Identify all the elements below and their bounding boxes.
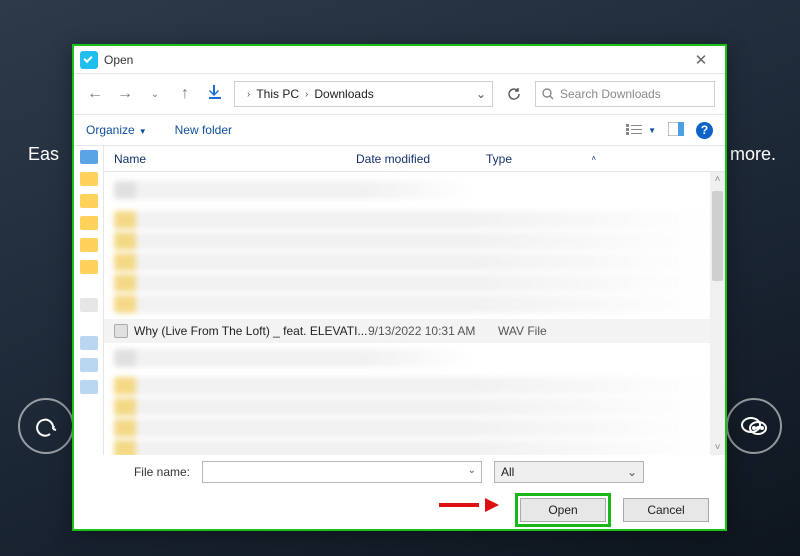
filename-input[interactable] [202, 461, 482, 483]
content: Name Date modified Type˄ Why (Live From … [74, 146, 725, 455]
list-item[interactable] [114, 253, 715, 271]
open-button-highlight: Open [515, 493, 611, 527]
file-name: Why (Live From The Loft) _ feat. ELEVATI… [134, 324, 368, 338]
chevron-right-icon: › [241, 89, 256, 100]
bg-text-right: more. [730, 144, 776, 165]
help-icon[interactable]: ? [696, 122, 713, 139]
nav-back-icon[interactable]: ← [84, 85, 106, 103]
file-date: 9/13/2022 10:31 AM [368, 324, 498, 338]
breadcrumb[interactable]: › This PC › Downloads ⌄ [234, 81, 493, 107]
titlebar: Open ✕ [74, 46, 725, 74]
folder-tree[interactable] [74, 146, 104, 455]
close-icon[interactable]: ✕ [683, 51, 719, 69]
tree-folder-icon[interactable] [80, 216, 98, 230]
cancel-button[interactable]: Cancel [623, 498, 709, 522]
chevron-down-icon[interactable]: ⌄ [468, 465, 476, 476]
search-icon [542, 88, 554, 100]
nav-forward-icon[interactable]: → [114, 85, 136, 103]
list-item[interactable] [114, 295, 715, 313]
filename-label: File name: [90, 465, 190, 479]
nav-row: ← → ⌄ ↑ › This PC › Downloads ⌄ Search D… [74, 74, 725, 114]
scroll-up-icon[interactable]: ˄ [715, 172, 721, 187]
preview-pane-icon[interactable] [668, 122, 684, 139]
list-item[interactable] [114, 181, 475, 199]
list-item-selected[interactable]: Why (Live From The Loft) _ feat. ELEVATI… [104, 319, 725, 343]
tree-folder-icon[interactable] [80, 238, 98, 252]
list-item[interactable] [114, 398, 715, 416]
toolbar: Organize▼ New folder ▼ ? [74, 114, 725, 146]
view-mode-button[interactable]: ▼ [626, 124, 656, 136]
list-item[interactable] [114, 349, 475, 367]
chevron-down-icon[interactable]: ⌄ [476, 87, 486, 101]
tree-thispc-icon[interactable] [80, 336, 98, 350]
list-item[interactable] [114, 419, 715, 437]
nav-recent-icon[interactable]: ⌄ [144, 89, 166, 100]
annotation-arrow [439, 499, 499, 509]
list-item[interactable] [114, 211, 715, 229]
crumb-this-pc[interactable]: This PC [256, 87, 299, 101]
open-button[interactable]: Open [520, 498, 606, 522]
chevron-right-icon: › [299, 89, 314, 100]
scroll-thumb[interactable] [712, 191, 723, 281]
dialog-title: Open [104, 53, 133, 67]
new-folder-button[interactable]: New folder [175, 123, 232, 137]
col-date[interactable]: Date modified [356, 152, 486, 166]
bottom-bar: File name: ⌄ All Open Cancel [74, 455, 725, 529]
organize-menu[interactable]: Organize▼ [86, 123, 147, 137]
list-item[interactable] [114, 377, 715, 395]
file-area: Name Date modified Type˄ Why (Live From … [104, 146, 725, 455]
file-type: WAV File [498, 324, 547, 338]
downloads-icon [204, 84, 226, 105]
nav-up-icon[interactable]: ↑ [174, 85, 196, 103]
tree-onedrive-icon[interactable] [80, 298, 98, 312]
list-item[interactable] [114, 274, 715, 292]
tree-quickaccess-icon[interactable] [80, 150, 98, 164]
wav-file-icon [114, 324, 128, 338]
crumb-downloads[interactable]: Downloads [314, 87, 373, 101]
list-item[interactable] [114, 232, 715, 250]
tree-folder-icon[interactable] [80, 194, 98, 208]
tree-drive-icon[interactable] [80, 358, 98, 372]
file-list[interactable]: Why (Live From The Loft) _ feat. ELEVATI… [104, 172, 725, 455]
bg-text-left: Eas [28, 144, 59, 165]
bg-chat-button[interactable] [726, 398, 782, 454]
scroll-down-icon[interactable]: ˅ [715, 440, 721, 455]
search-input[interactable]: Search Downloads [535, 81, 715, 107]
app-logo-icon [80, 51, 98, 69]
file-type-filter[interactable]: All [494, 461, 644, 483]
refresh-icon[interactable] [507, 87, 521, 101]
search-placeholder: Search Downloads [560, 87, 661, 101]
tree-drive-icon[interactable] [80, 380, 98, 394]
tree-folder-icon[interactable] [80, 260, 98, 274]
list-item[interactable] [114, 440, 715, 455]
col-name[interactable]: Name [104, 152, 356, 166]
file-open-dialog: Open ✕ ← → ⌄ ↑ › This PC › Downloads ⌄ S… [72, 44, 727, 531]
col-type[interactable]: Type˄ [486, 152, 596, 166]
column-headers: Name Date modified Type˄ [104, 146, 725, 172]
bg-undo-button[interactable] [18, 398, 74, 454]
tree-folder-icon[interactable] [80, 172, 98, 186]
scrollbar[interactable]: ˄ ˅ [710, 172, 725, 455]
